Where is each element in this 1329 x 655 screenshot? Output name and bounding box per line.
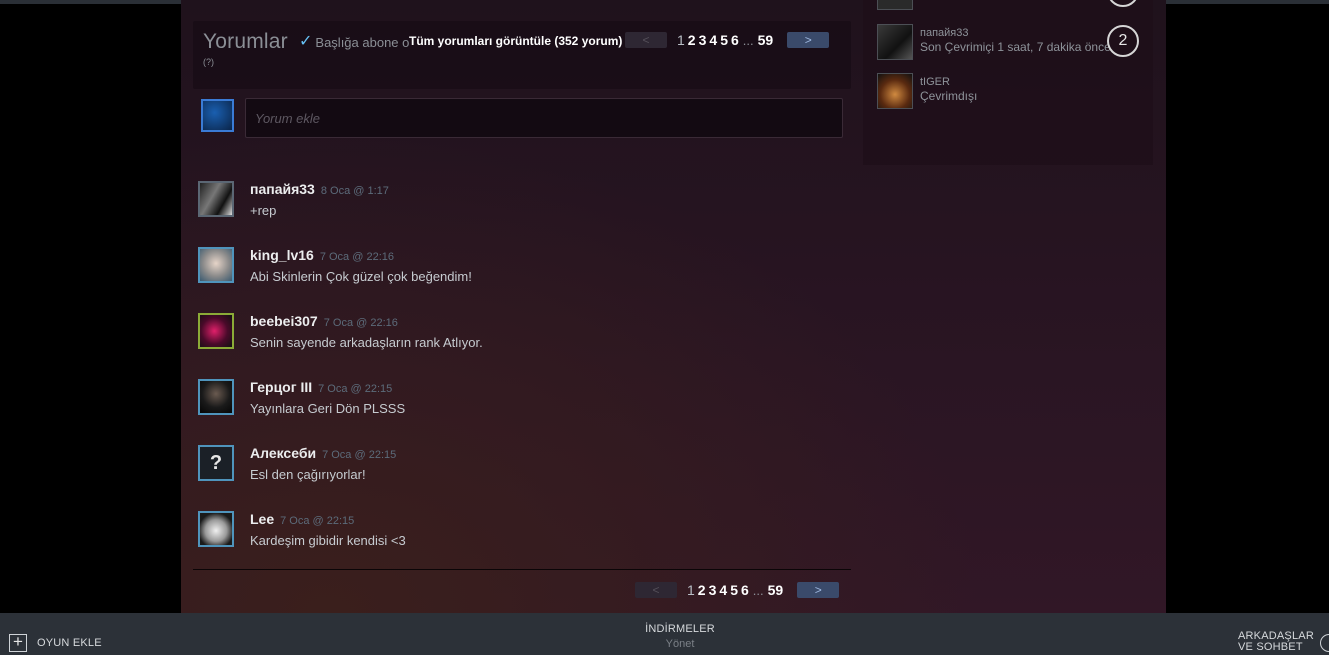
comment-text: +rep	[250, 203, 277, 218]
comment-date: 7 Oca @ 22:15	[280, 515, 355, 527]
avatar[interactable]	[198, 247, 234, 283]
comment-date: 8 Oca @ 1:17	[320, 185, 389, 197]
friend-count-badge	[1107, 0, 1139, 7]
page-link[interactable]: 5	[720, 32, 728, 48]
comment: ? Алексеби 7 Oca @ 22:15 Esl den çağırıyo…	[198, 445, 838, 485]
avatar[interactable]	[198, 313, 234, 349]
comment: папайя33 8 Oca @ 1:17 +rep	[198, 181, 838, 221]
comment: Lee 7 Oca @ 22:15 Kardeşim gibidir kendis…	[198, 511, 838, 551]
page-numbers: 1 2 3 4 5 6 ... 59	[687, 582, 786, 598]
comment-text: Yayınlara Geri Dön PLSSS	[250, 401, 406, 416]
author-name[interactable]: Lee	[250, 511, 274, 527]
next-page-button[interactable]: >	[797, 582, 840, 598]
friend-row-partial[interactable]	[877, 0, 1157, 12]
comment-author[interactable]: папайя33 8 Oca @ 1:17	[250, 181, 389, 197]
downloads-label[interactable]: İNDİRMELER	[580, 623, 780, 635]
add-game-button[interactable]: + OYUN EKLE	[9, 633, 102, 652]
page-ellipsis: ...	[742, 32, 754, 48]
avatar[interactable]	[198, 511, 234, 547]
subscribe-label[interactable]: Başlığa abone ol	[315, 35, 409, 50]
friend-count-badge: 2	[1107, 25, 1139, 57]
pagination-top: < 1 2 3 4 5 6 ... 59 >	[625, 32, 830, 48]
page-link-last[interactable]: 59	[758, 32, 774, 48]
friend-name[interactable]: tIGER	[920, 76, 950, 88]
avatar[interactable]	[198, 181, 234, 217]
comment-author[interactable]: Герцог III 7 Oca @ 22:15	[250, 379, 392, 395]
my-avatar[interactable]	[201, 99, 234, 132]
friend-row[interactable]: tIGER Çevrimdışı	[877, 73, 1157, 111]
author-name[interactable]: beebei307	[250, 313, 318, 329]
comment-date: 7 Oca @ 22:16	[323, 317, 398, 329]
comment-input[interactable]	[245, 98, 843, 138]
comment-author[interactable]: Алексеби 7 Oca @ 22:15	[250, 445, 396, 461]
page-numbers: 1 2 3 4 5 6 ... 59	[677, 32, 776, 48]
friend-name[interactable]: папайя33	[920, 27, 969, 39]
author-name[interactable]: Алексеби	[250, 445, 316, 461]
comment-date: 7 Oca @ 22:16	[319, 251, 394, 263]
help-link[interactable]: (?)	[203, 57, 214, 67]
downloads-button[interactable]: İNDİRMELER Yönet	[580, 623, 780, 650]
page-link[interactable]: 2	[688, 32, 696, 48]
friend-avatar	[877, 73, 913, 109]
comment-text: Senin sayende arkadaşların rank Atlıyor.	[250, 335, 483, 350]
page-link[interactable]: 2	[698, 582, 706, 598]
friends-chat-button[interactable]: ARKADAŞLAR VE SOHBET	[1238, 631, 1314, 653]
view-all-comments-link[interactable]: Tüm yorumları görüntüle (352 yorum)	[409, 34, 622, 48]
author-name[interactable]: Герцог III	[250, 379, 312, 395]
author-name[interactable]: папайя33	[250, 181, 315, 197]
friend-row[interactable]: папайя33 Son Çevrimiçi 1 saat, 7 dakika …	[877, 24, 1157, 62]
comment-date: 7 Oca @ 22:15	[322, 449, 397, 461]
avatar[interactable]: ?	[198, 445, 234, 481]
page-ellipsis: ...	[752, 582, 764, 598]
checkmark-icon[interactable]: ✓	[299, 34, 312, 50]
comment-author[interactable]: king_lv16 7 Oca @ 22:16	[250, 247, 394, 263]
comment: king_lv16 7 Oca @ 22:16 Abi Skinlerin Çok…	[198, 247, 838, 287]
downloads-manage-label[interactable]: Yönet	[580, 638, 780, 650]
comment: Герцог III 7 Oca @ 22:15 Yayınlara Geri D…	[198, 379, 838, 419]
friend-status: Son Çevrimiçi 1 saat, 7 dakika önce	[920, 40, 1111, 54]
friend-avatar	[877, 24, 913, 60]
comment-date: 7 Oca @ 22:15	[318, 383, 393, 395]
author-name[interactable]: king_lv16	[250, 247, 314, 263]
comment: beebei307 7 Oca @ 22:16 Senin sayende ark…	[198, 313, 838, 353]
pagination-bottom: < 1 2 3 4 5 6 ... 59 >	[635, 582, 840, 598]
page-link-current[interactable]: 1	[677, 32, 685, 48]
prev-page-button[interactable]: <	[635, 582, 677, 598]
page-link-current[interactable]: 1	[687, 582, 695, 598]
plus-icon[interactable]: +	[9, 633, 27, 652]
page-link[interactable]: 4	[709, 32, 717, 48]
comment-text: Kardeşim gibidir kendisi <3	[250, 533, 406, 548]
comment-text: Abi Skinlerin Çok güzel çok beğendim!	[250, 269, 472, 284]
page-link[interactable]: 3	[709, 582, 717, 598]
prev-page-button[interactable]: <	[625, 32, 667, 48]
friends-chat-label-line2[interactable]: VE SOHBET	[1238, 642, 1314, 653]
add-game-label[interactable]: OYUN EKLE	[37, 637, 102, 649]
comment-text: Esl den çağırıyorlar!	[250, 467, 366, 482]
page-link[interactable]: 6	[741, 582, 749, 598]
page-link[interactable]: 3	[699, 32, 707, 48]
avatar[interactable]	[198, 379, 234, 415]
page-link[interactable]: 4	[719, 582, 727, 598]
question-mark-icon: ?	[209, 451, 223, 474]
comment-author[interactable]: Lee 7 Oca @ 22:15	[250, 511, 354, 527]
next-page-button[interactable]: >	[787, 32, 830, 48]
subscribe-checkbox[interactable]: ✓ Başlığa abone ol	[299, 34, 409, 50]
page-link[interactable]: 6	[731, 32, 739, 48]
friend-avatar	[877, 0, 913, 10]
comments-divider	[193, 569, 851, 570]
comments-title: Yorumlar	[203, 30, 288, 53]
page-link-last[interactable]: 59	[768, 582, 784, 598]
friend-status: Çevrimdışı	[920, 89, 978, 103]
page-link[interactable]: 5	[730, 582, 738, 598]
comment-author[interactable]: beebei307 7 Oca @ 22:16	[250, 313, 398, 329]
